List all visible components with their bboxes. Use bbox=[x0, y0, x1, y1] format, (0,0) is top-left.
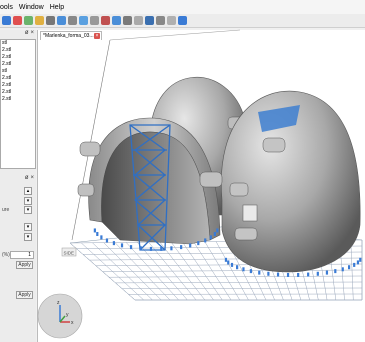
close-icon[interactable]: × bbox=[94, 33, 100, 39]
file-list-item[interactable]: 2.stl bbox=[1, 75, 35, 82]
value-input[interactable]: 1 bbox=[10, 251, 34, 259]
toolbar bbox=[0, 14, 365, 28]
file-list-item[interactable]: stl bbox=[1, 40, 35, 47]
apply-button[interactable]: Apply bbox=[16, 291, 33, 299]
dropdown-arrow-button[interactable]: ▾ bbox=[24, 223, 32, 231]
file-list-item[interactable]: 2.stl bbox=[1, 54, 35, 61]
file-list-item[interactable]: 2.stl bbox=[1, 96, 35, 103]
menu-tools[interactable]: ools bbox=[0, 4, 13, 11]
ure-label: ure bbox=[2, 207, 10, 213]
toolbar-icon[interactable] bbox=[134, 16, 143, 25]
toolbar-icon[interactable] bbox=[178, 16, 187, 25]
file-list-item[interactable]: 2.stl bbox=[1, 47, 35, 54]
panel-header: ø × bbox=[0, 30, 36, 39]
file-list-item[interactable]: 2.stl bbox=[1, 82, 35, 89]
properties-panel: ø × ▴ ▾ ure ▾ ▾ ▾ (%) 1 Apply Apply bbox=[0, 175, 36, 342]
close-icon[interactable]: × bbox=[30, 30, 34, 39]
toolbar-icon[interactable] bbox=[35, 16, 44, 25]
toolbar-icon[interactable] bbox=[112, 16, 121, 25]
pin-icon[interactable]: ø bbox=[25, 30, 29, 39]
file-list[interactable]: stl 2.stl 2.stl 2.stl stl 2.stl 2.stl 2.stl 2.st… bbox=[0, 39, 36, 169]
toolbar-icon[interactable] bbox=[13, 16, 22, 25]
toolbar-icon[interactable] bbox=[2, 16, 11, 25]
menu-bar: ools Window Help bbox=[0, 0, 365, 14]
field-label: (%) bbox=[2, 252, 10, 258]
up-arrow-button[interactable]: ▴ bbox=[24, 187, 32, 195]
3d-viewport[interactable] bbox=[37, 30, 365, 342]
toolbar-icon[interactable] bbox=[167, 16, 176, 25]
down-arrow-button[interactable]: ▾ bbox=[24, 197, 32, 205]
toolbar-icon[interactable] bbox=[156, 16, 165, 25]
pin-icon[interactable]: ø bbox=[25, 175, 29, 184]
object-list-panel: ø × stl 2.stl 2.stl 2.stl stl 2.stl 2.stl 2.stl… bbox=[0, 30, 36, 342]
apply-button[interactable]: Apply bbox=[16, 261, 33, 269]
file-list-item[interactable]: 2.stl bbox=[1, 61, 35, 68]
toolbar-icon[interactable] bbox=[68, 16, 77, 25]
toolbar-icon[interactable] bbox=[145, 16, 154, 25]
toolbar-icon[interactable] bbox=[46, 16, 55, 25]
file-list-item[interactable]: 2.stl bbox=[1, 89, 35, 96]
tab-label: *Marlenka_forma_03... bbox=[43, 33, 94, 39]
toolbar-icon[interactable] bbox=[123, 16, 132, 25]
dropdown-arrow-button[interactable]: ▾ bbox=[24, 233, 32, 241]
toolbar-icon[interactable] bbox=[101, 16, 110, 25]
toolbar-icon[interactable] bbox=[90, 16, 99, 25]
dropdown-arrow-button[interactable]: ▾ bbox=[24, 206, 32, 214]
close-icon[interactable]: × bbox=[30, 175, 34, 184]
tab-marlenka-forma[interactable]: *Marlenka_forma_03... × bbox=[40, 31, 102, 40]
toolbar-icon[interactable] bbox=[57, 16, 66, 25]
menu-help[interactable]: Help bbox=[50, 4, 64, 11]
file-list-item[interactable]: stl bbox=[1, 68, 35, 75]
toolbar-icon[interactable] bbox=[24, 16, 33, 25]
menu-window[interactable]: Window bbox=[19, 4, 44, 11]
toolbar-icon[interactable] bbox=[79, 16, 88, 25]
properties-header: ø × bbox=[0, 175, 36, 184]
